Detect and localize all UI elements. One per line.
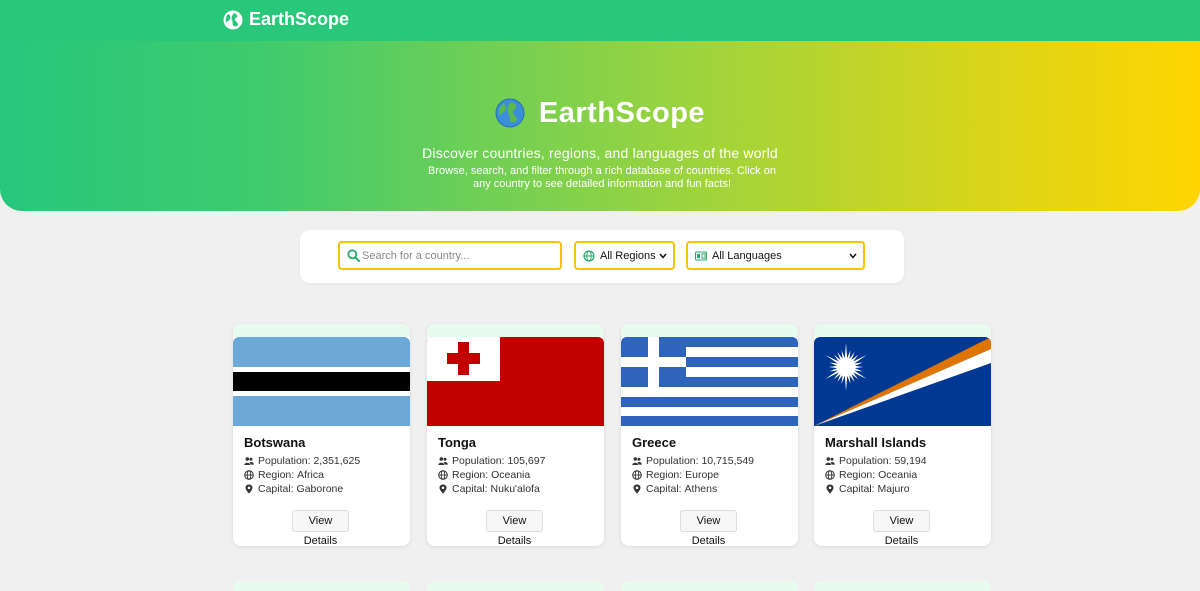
nav-brand-text: EarthScope xyxy=(249,9,350,29)
population-row: Population: 10,715,549 xyxy=(632,455,754,467)
view-details-button[interactable]: View Details xyxy=(680,510,737,546)
search-input[interactable] xyxy=(362,245,558,266)
population-value: 105,697 xyxy=(507,455,546,467)
search-field[interactable] xyxy=(338,241,562,270)
region-value: Oceania xyxy=(491,469,531,481)
card-top-strip xyxy=(621,324,798,337)
hero-description: Browse, search, and filter through a ric… xyxy=(428,165,776,190)
capital-row: Capital: Majuro xyxy=(825,483,910,495)
flag-botswana xyxy=(233,337,410,426)
language-icon xyxy=(695,251,707,261)
map-pin-icon xyxy=(826,484,834,494)
population-value: 2,351,625 xyxy=(313,455,361,467)
top-navbar: EarthScope xyxy=(0,0,1200,41)
chevron-down-icon xyxy=(849,253,857,259)
population-row: Population: 59,194 xyxy=(825,455,927,467)
country-name: Botswana xyxy=(244,435,306,450)
view-details-button[interactable]: View Details xyxy=(873,510,930,546)
country-name: Greece xyxy=(632,435,677,450)
map-pin-icon xyxy=(439,484,447,494)
globe-icon xyxy=(583,250,595,262)
globe-icon xyxy=(244,470,254,480)
country-card-marshall-islands[interactable]: Marshall Islands Population: 59,194 Regi… xyxy=(814,324,991,546)
map-pin-icon xyxy=(245,484,253,494)
capital-value: Gaborone xyxy=(296,483,344,495)
view-details-button[interactable]: View Details xyxy=(292,510,349,546)
capital-row: Capital: Gaborone xyxy=(244,483,343,495)
region-select-value: All Regions xyxy=(600,250,656,262)
card-top-strip xyxy=(427,324,604,337)
country-name: Marshall Islands xyxy=(825,435,927,450)
hero-title: EarthScope xyxy=(0,97,1200,130)
search-icon xyxy=(347,249,360,262)
capital-row: Capital: Athens xyxy=(632,483,717,495)
globe-icon xyxy=(223,10,243,29)
filter-panel: All Regions All Languages xyxy=(300,230,904,283)
flag-greece xyxy=(621,337,798,426)
region-value: Europe xyxy=(685,469,719,481)
capital-row: Capital: Nuku'alofa xyxy=(438,483,540,495)
language-select[interactable]: All Languages xyxy=(686,241,865,270)
region-row: Region: Europe xyxy=(632,469,719,481)
region-row: Region: Africa xyxy=(244,469,324,481)
map-pin-icon xyxy=(633,484,641,494)
language-select-value: All Languages xyxy=(712,250,782,262)
hero-title-text: EarthScope xyxy=(538,97,706,129)
flag-tonga xyxy=(427,337,604,426)
card-top-strip xyxy=(814,324,991,337)
globe-icon xyxy=(632,470,642,480)
globe-icon xyxy=(825,470,835,480)
globe-icon xyxy=(438,470,448,480)
view-details-button[interactable]: View Details xyxy=(486,510,543,546)
nav-brand-link[interactable]: EarthScope xyxy=(223,9,349,30)
country-card-partial[interactable] xyxy=(814,581,991,591)
country-card-partial[interactable] xyxy=(621,581,798,591)
region-value: Africa xyxy=(297,469,324,481)
region-select[interactable]: All Regions xyxy=(574,241,675,270)
flag-marshall-islands xyxy=(814,337,991,426)
country-card-botswana[interactable]: Botswana Population: 2,351,625 Region: A… xyxy=(233,324,410,546)
population-row: Population: 105,697 xyxy=(438,455,545,467)
earth-globe-icon xyxy=(495,98,525,128)
region-row: Region: Oceania xyxy=(825,469,917,481)
region-value: Oceania xyxy=(878,469,918,481)
country-card-partial[interactable] xyxy=(233,581,410,591)
capital-value: Majuro xyxy=(877,483,910,495)
users-icon xyxy=(438,457,448,465)
capital-value: Athens xyxy=(684,483,718,495)
country-card-tonga[interactable]: Tonga Population: 105,697 Region: Oceani… xyxy=(427,324,604,546)
capital-value: Nuku'alofa xyxy=(490,483,540,495)
population-row: Population: 2,351,625 xyxy=(244,455,360,467)
card-top-strip xyxy=(233,324,410,337)
country-card-greece[interactable]: Greece Population: 10,715,549 Region: Eu… xyxy=(621,324,798,546)
population-value: 59,194 xyxy=(894,455,927,467)
country-name: Tonga xyxy=(438,435,477,450)
country-card-partial[interactable] xyxy=(427,581,604,591)
hero-subtitle: Discover countries, regions, and languag… xyxy=(422,145,778,161)
chevron-down-icon xyxy=(659,253,667,259)
region-row: Region: Oceania xyxy=(438,469,530,481)
population-value: 10,715,549 xyxy=(701,455,755,467)
users-icon xyxy=(244,457,254,465)
users-icon xyxy=(825,457,835,465)
users-icon xyxy=(632,457,642,465)
hero-banner: EarthScope Discover countries, regions, … xyxy=(0,41,1200,211)
